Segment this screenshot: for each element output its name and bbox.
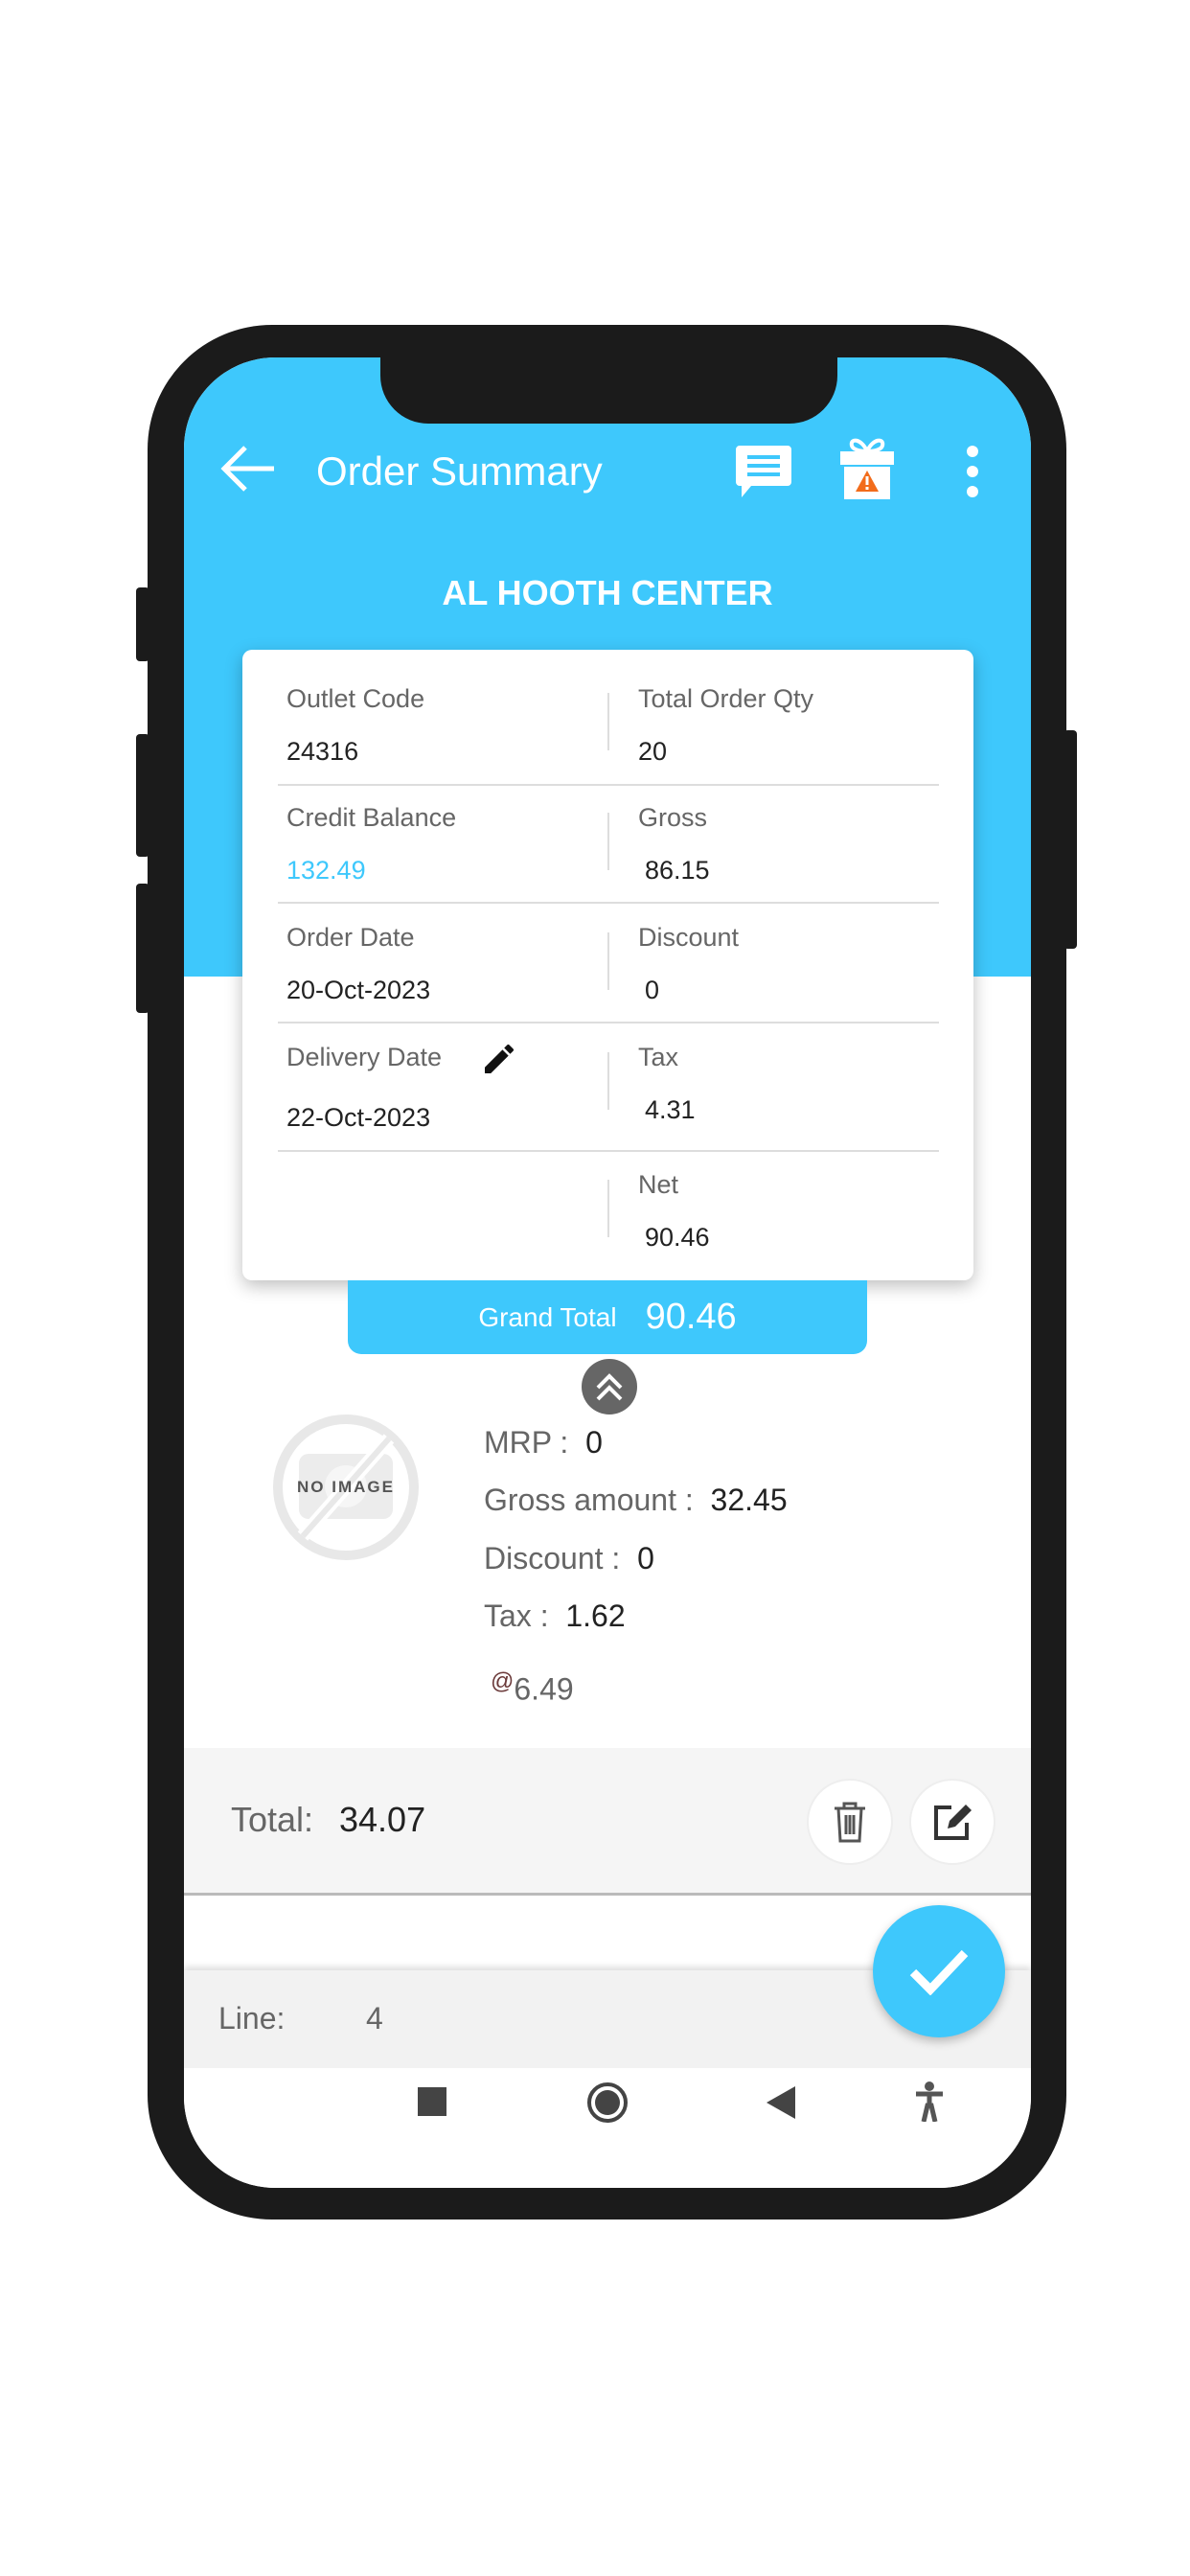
credit-balance-value: 132.49 <box>286 856 366 885</box>
delivery-date-value: 22-Oct-2023 <box>286 1103 431 1132</box>
gross-value: 86.15 <box>645 856 710 885</box>
chat-icon[interactable] <box>734 442 793 501</box>
line-count: 4 <box>366 2001 383 2036</box>
item-discount-value: 0 <box>637 1541 654 1576</box>
order-summary-card: Outlet Code 24316 Total Order Qty 20 Cre… <box>242 650 973 1280</box>
divider <box>607 932 609 990</box>
item-total-row: Total: 34.07 <box>184 1748 1031 1896</box>
divider <box>278 784 939 786</box>
item-discount-row: Discount : 0 <box>484 1541 654 1576</box>
discount-value: 0 <box>645 976 660 1004</box>
page-title: Order Summary <box>316 448 603 494</box>
delete-button[interactable] <box>807 1779 893 1865</box>
edit-icon <box>934 1805 972 1840</box>
total-qty-label: Total Order Qty <box>638 684 814 713</box>
divider <box>278 1150 939 1152</box>
outlet-code-label: Outlet Code <box>286 684 425 713</box>
net-label: Net <box>638 1170 679 1199</box>
more-vert-icon[interactable] <box>965 444 980 499</box>
item-discount-label: Discount : <box>484 1541 621 1576</box>
gross-amount-label: Gross amount : <box>484 1483 694 1517</box>
check-icon <box>909 1949 969 1995</box>
screen: Order Summary AL HOOTH CENTER Outlet Cod… <box>184 357 1031 2188</box>
order-date-label: Order Date <box>286 923 415 952</box>
item-tax-label: Tax : <box>484 1598 549 1633</box>
item-tax-row: Tax : 1.62 <box>484 1598 626 1634</box>
edit-item-button[interactable] <box>909 1779 995 1865</box>
collapse-chevron-icon[interactable] <box>582 1359 637 1414</box>
trash-icon <box>835 1802 865 1843</box>
divider <box>607 1180 609 1237</box>
gift-alert-icon[interactable] <box>838 434 896 501</box>
tax-label: Tax <box>638 1043 679 1071</box>
rate-row: @6.49 <box>491 1668 574 1708</box>
no-image-text: NO IMAGE <box>297 1478 395 1496</box>
mrp-value: 0 <box>585 1425 603 1460</box>
delivery-date-label: Delivery Date <box>286 1043 443 1071</box>
no-image-placeholder: NO IMAGE <box>273 1414 419 1560</box>
gross-amount-value: 32.45 <box>710 1483 788 1517</box>
confirm-order-button[interactable] <box>873 1905 1005 2037</box>
edit-pencil-icon[interactable] <box>480 1040 518 1078</box>
net-value: 90.46 <box>645 1223 710 1252</box>
divider <box>607 813 609 870</box>
divider <box>607 1052 609 1110</box>
discount-label: Discount <box>638 923 740 952</box>
system-nav-bar <box>184 2068 1031 2188</box>
grand-total-label: Grand Total <box>478 1301 617 1332</box>
total-qty-value: 20 <box>638 737 668 766</box>
order-date-value: 20-Oct-2023 <box>286 976 431 1004</box>
mrp-row: MRP : 0 <box>484 1425 603 1460</box>
recents-square-icon[interactable] <box>418 2087 446 2116</box>
outlet-code-value: 24316 <box>286 737 359 766</box>
total-value: 34.07 <box>339 1800 426 1839</box>
divider <box>607 693 609 750</box>
item-tax-value: 1.62 <box>565 1598 626 1633</box>
grand-total-bar: Grand Total 90.46 <box>348 1280 867 1354</box>
notch <box>380 357 837 424</box>
mrp-label: MRP : <box>484 1425 569 1460</box>
back-arrow-icon[interactable] <box>220 444 276 494</box>
store-name: AL HOOTH CENTER <box>442 573 773 612</box>
home-circle-icon[interactable] <box>586 2082 629 2124</box>
rate-prefix: @ <box>491 1668 515 1694</box>
gross-amount-row: Gross amount : 32.45 <box>484 1483 788 1518</box>
grand-total-value: 90.46 <box>645 1297 737 1337</box>
credit-balance-label: Credit Balance <box>286 803 457 832</box>
total-label: Total: <box>231 1800 314 1839</box>
rate-value: 6.49 <box>514 1671 574 1707</box>
line-label: Line: <box>218 2001 286 2036</box>
tax-value: 4.31 <box>645 1095 696 1124</box>
back-triangle-icon[interactable] <box>767 2086 795 2119</box>
divider <box>278 902 939 904</box>
divider <box>278 1022 939 1024</box>
accessibility-icon[interactable] <box>914 2082 945 2122</box>
gross-label: Gross <box>638 803 708 832</box>
